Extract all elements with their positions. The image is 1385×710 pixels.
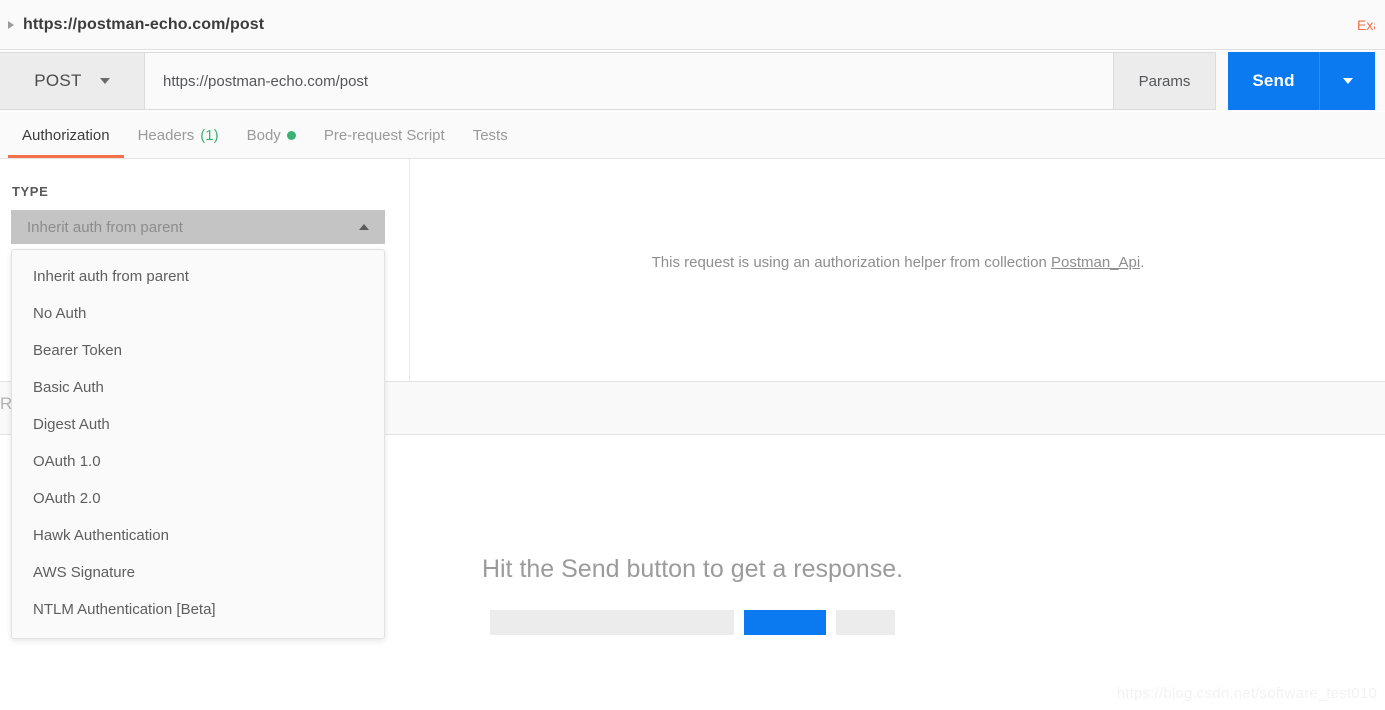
params-button[interactable]: Params bbox=[1114, 52, 1216, 110]
send-button-group: Send bbox=[1228, 52, 1375, 110]
body-status-dot-icon bbox=[287, 131, 296, 140]
auth-type-option-bearer-token[interactable]: Bearer Token bbox=[12, 332, 384, 369]
examples-link[interactable]: Examples bbox=[1357, 17, 1375, 33]
postman-request-builder: https://postman-echo.com/post Examples P… bbox=[0, 0, 1385, 710]
page-title: https://postman-echo.com/post bbox=[23, 16, 264, 34]
send-button[interactable]: Send bbox=[1228, 52, 1319, 110]
auth-type-option-oauth2[interactable]: OAuth 2.0 bbox=[12, 480, 384, 517]
tab-tests[interactable]: Tests bbox=[459, 112, 522, 158]
chevron-down-icon bbox=[100, 78, 110, 84]
request-tabs: Authorization Headers (1) Body Pre-reque… bbox=[0, 112, 1385, 159]
response-placeholder-bars bbox=[490, 610, 895, 635]
tab-label: Body bbox=[247, 127, 281, 144]
tab-pre-request-script[interactable]: Pre-request Script bbox=[310, 112, 459, 158]
tab-body[interactable]: Body bbox=[233, 112, 310, 158]
auth-type-dropdown-trigger[interactable]: Inherit auth from parent bbox=[11, 210, 385, 244]
auth-helper-column: This request is using an authorization h… bbox=[411, 159, 1385, 381]
watermark-text: https://blog.csdn.net/software_test010 bbox=[1117, 685, 1377, 702]
send-options-button[interactable] bbox=[1319, 52, 1375, 110]
response-empty-message: Hit the Send button to get a response. bbox=[482, 555, 903, 584]
auth-type-option-oauth1[interactable]: OAuth 1.0 bbox=[12, 443, 384, 480]
triangle-right-icon[interactable] bbox=[8, 21, 14, 29]
auth-type-option-aws-signature[interactable]: AWS Signature bbox=[12, 554, 384, 591]
request-url-input[interactable] bbox=[145, 52, 1114, 110]
auth-type-option-digest-auth[interactable]: Digest Auth bbox=[12, 406, 384, 443]
auth-type-option-hawk[interactable]: Hawk Authentication bbox=[12, 517, 384, 554]
auth-type-dropdown-menu: Inherit auth from parent No Auth Bearer … bbox=[11, 249, 385, 639]
tab-label: Tests bbox=[473, 127, 508, 144]
chevron-down-icon bbox=[1343, 78, 1353, 84]
request-url-row: POST Params Send bbox=[0, 51, 1385, 111]
collection-link[interactable]: Postman_Api bbox=[1051, 254, 1140, 271]
tab-authorization[interactable]: Authorization bbox=[8, 112, 124, 158]
http-method-label: POST bbox=[34, 71, 82, 91]
tab-label: Pre-request Script bbox=[324, 127, 445, 144]
headers-count-badge: (1) bbox=[200, 127, 218, 144]
auth-helper-suffix: . bbox=[1140, 254, 1144, 271]
tab-label: Authorization bbox=[22, 127, 110, 144]
tab-headers[interactable]: Headers (1) bbox=[124, 112, 233, 158]
auth-helper-prefix: This request is using an authorization h… bbox=[652, 254, 1051, 271]
http-method-select[interactable]: POST bbox=[0, 52, 145, 110]
auth-type-selected-value: Inherit auth from parent bbox=[27, 219, 183, 236]
placeholder-bar-right bbox=[836, 610, 895, 635]
auth-type-option-inherit[interactable]: Inherit auth from parent bbox=[12, 258, 384, 295]
breadcrumb-bar: https://postman-echo.com/post Examples bbox=[0, 0, 1385, 50]
auth-type-option-basic-auth[interactable]: Basic Auth bbox=[12, 369, 384, 406]
auth-type-label: TYPE bbox=[12, 184, 48, 199]
tab-label: Headers bbox=[138, 127, 195, 144]
chevron-up-icon bbox=[359, 224, 369, 230]
placeholder-bar-left bbox=[490, 610, 734, 635]
auth-helper-message: This request is using an authorization h… bbox=[652, 254, 1145, 271]
auth-type-option-ntlm[interactable]: NTLM Authentication [Beta] bbox=[12, 591, 384, 628]
auth-type-option-no-auth[interactable]: No Auth bbox=[12, 295, 384, 332]
placeholder-bar-send bbox=[744, 610, 826, 635]
